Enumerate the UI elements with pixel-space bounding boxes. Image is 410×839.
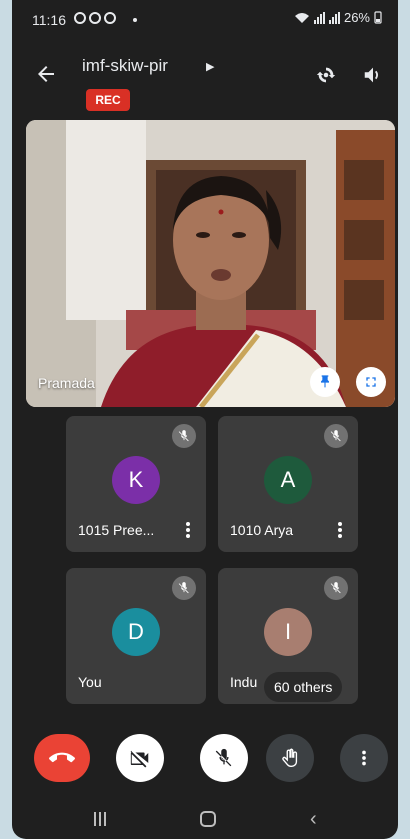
mic-off-icon (324, 424, 348, 448)
battery-percent: 26% (343, 10, 370, 25)
participant-tile[interactable]: A 1010 Arya (218, 416, 358, 552)
camera-toggle-button[interactable] (116, 734, 164, 782)
avatar: I (264, 608, 312, 656)
mic-off-icon (172, 424, 196, 448)
wifi-icon (294, 12, 309, 23)
notification-icon (74, 12, 86, 24)
battery-icon (374, 11, 382, 24)
raise-hand-button[interactable] (266, 734, 314, 782)
avatar: A (264, 456, 312, 504)
nav-back-icon[interactable]: ‹ (310, 808, 317, 831)
recent-apps-icon[interactable] (94, 812, 106, 826)
pin-icon (321, 375, 329, 388)
more-options-icon[interactable] (186, 522, 190, 538)
avatar: D (112, 608, 160, 656)
participant-tile[interactable]: D You (66, 568, 206, 704)
more-options-button[interactable] (340, 734, 388, 782)
notification-icons (74, 12, 116, 24)
status-bar: 11:16 26% (12, 0, 398, 40)
participant-name: You (78, 674, 102, 690)
phone-hangup-icon (49, 752, 75, 763)
notification-icon (104, 12, 116, 24)
mic-off-icon (324, 576, 348, 600)
meet-call-screen: 11:16 26% imf-skiw-pir ▶ REC Pramada K 1… (12, 0, 398, 839)
raise-hand-icon (282, 748, 298, 767)
camera-off-icon (130, 750, 149, 768)
others-count-badge[interactable]: 60 others (264, 672, 343, 702)
more-notifications-dot (133, 18, 137, 22)
main-participant-name: Pramada (38, 375, 95, 391)
more-vert-icon (362, 750, 366, 766)
system-navigation-bar: ‹ (12, 800, 398, 839)
signal-icon (328, 11, 340, 24)
end-call-button[interactable] (34, 734, 90, 782)
fullscreen-icon (366, 377, 376, 387)
caret-right-icon[interactable]: ▶ (206, 60, 214, 73)
participant-tile[interactable]: K 1015 Pree... (66, 416, 206, 552)
back-arrow-icon[interactable] (34, 62, 58, 86)
pin-button[interactable] (310, 367, 340, 397)
participant-name: 1010 Arya (230, 522, 294, 538)
speaker-icon[interactable] (362, 64, 384, 86)
avatar: K (112, 456, 160, 504)
main-video-feed[interactable]: Pramada (26, 120, 395, 407)
meeting-title[interactable]: imf-skiw-pir (82, 56, 168, 76)
participant-name: 1015 Pree... (78, 522, 155, 538)
mic-toggle-button[interactable] (200, 734, 248, 782)
switch-camera-icon[interactable] (315, 64, 337, 86)
participant-video-image (26, 120, 395, 407)
recording-badge: REC (86, 89, 130, 111)
participant-name: Indu (230, 674, 258, 690)
status-time: 11:16 (32, 12, 66, 28)
notification-icon (89, 12, 101, 24)
signal-icon (313, 11, 325, 24)
status-right: 26% (294, 10, 382, 25)
mic-off-icon (172, 576, 196, 600)
fullscreen-button[interactable] (356, 367, 386, 397)
more-options-icon[interactable] (338, 522, 342, 538)
mic-off-icon (215, 748, 232, 767)
home-icon[interactable] (200, 811, 216, 827)
